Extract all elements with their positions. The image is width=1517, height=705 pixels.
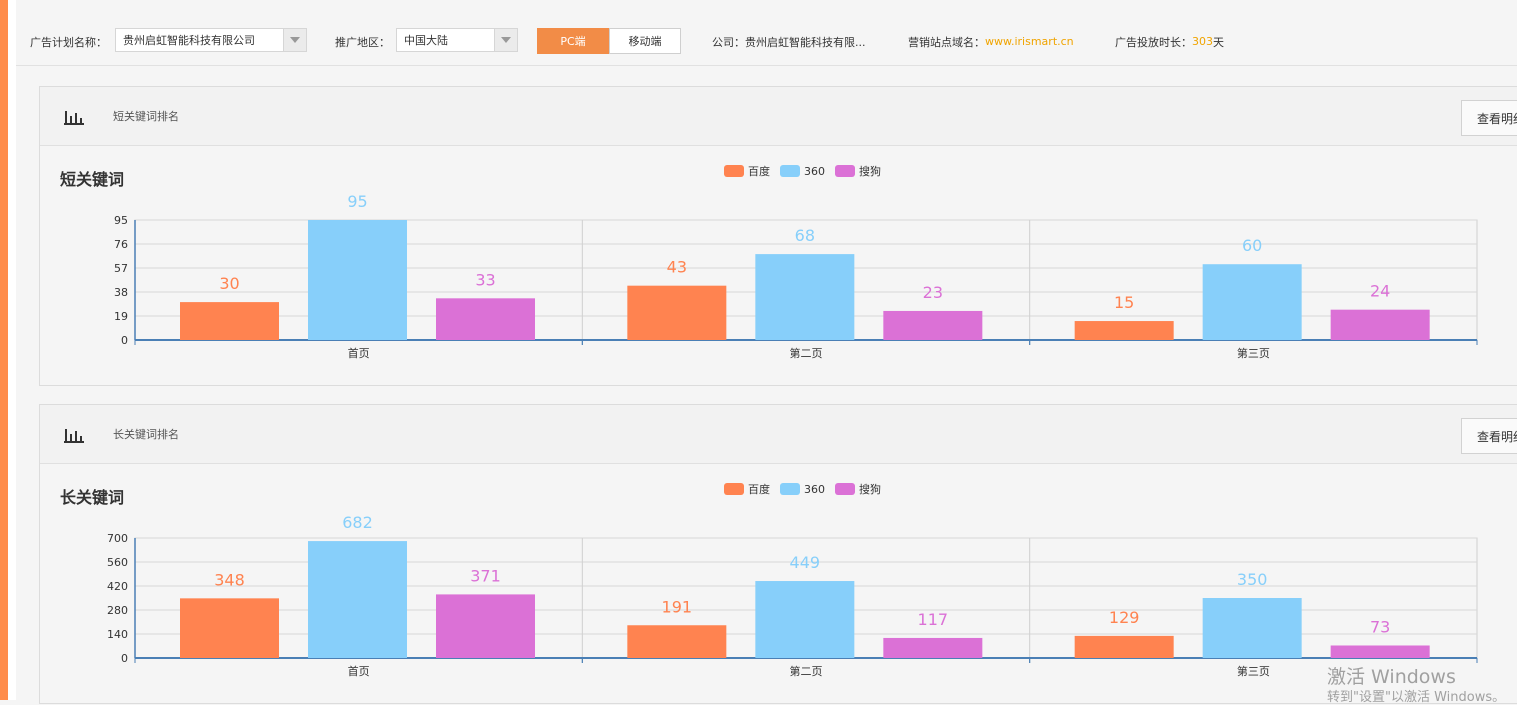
duration-unit: 天	[1213, 35, 1224, 49]
y-tick-label: 19	[114, 310, 128, 323]
data-label-baidu: 129	[1109, 608, 1140, 627]
plan-select-value: 贵州启虹智能科技有限公司	[123, 34, 255, 47]
y-tick-label: 0	[121, 334, 128, 347]
bar-360	[755, 254, 855, 340]
y-tick-label: 140	[107, 628, 128, 641]
bar-baidu	[180, 302, 279, 340]
region-label: 推广地区：	[335, 35, 390, 49]
duration-label: 广告投放时长：	[1115, 35, 1192, 49]
x-tick-label: 首页	[348, 664, 370, 678]
data-label-baidu: 191	[662, 597, 693, 616]
site-info: 营销站点域名： www.irismart.cn	[908, 18, 1074, 65]
company-value: 贵州启虹智能科技有限...	[745, 35, 866, 49]
region-select-value: 中国大陆	[404, 34, 448, 47]
x-tick-label: 第三页	[1237, 346, 1270, 360]
x-tick-label: 第三页	[1237, 664, 1270, 678]
data-label-sogou: 73	[1370, 617, 1390, 636]
bar-360	[308, 541, 407, 658]
data-label-360: 350	[1237, 570, 1268, 589]
bar-baidu	[627, 625, 727, 658]
data-label-baidu: 43	[667, 258, 687, 277]
data-label-360: 60	[1242, 236, 1262, 255]
long-keyword-chart: 0 140 280 420 560 700 首页 348 682 371 第二页 191 449 117 第…	[107, 513, 1478, 678]
y-tick-label: 38	[114, 286, 128, 299]
bar-baidu	[180, 598, 279, 658]
region-select[interactable]: 中国大陆	[396, 28, 518, 52]
bar-sogou	[436, 298, 535, 340]
short-keyword-chart: 0 19 38 57 76 95 首页 30 95 33 第二页 43 68 23 第三页 15 60 24	[114, 192, 1478, 360]
y-tick-label: 420	[107, 580, 128, 593]
company-info: 公司： 贵州启虹智能科技有限...	[712, 18, 866, 65]
data-label-sogou: 24	[1370, 282, 1390, 301]
data-label-sogou: 117	[918, 610, 949, 629]
duration-info: 广告投放时长： 303 天	[1115, 18, 1224, 65]
bar-sogou	[1330, 309, 1430, 340]
x-tick-label: 第二页	[790, 346, 823, 360]
site-label: 营销站点域名：	[908, 35, 985, 49]
y-tick-label: 560	[107, 556, 128, 569]
bar-baidu	[1074, 635, 1174, 658]
site-link[interactable]: www.irismart.cn	[985, 35, 1074, 48]
y-tick-label: 57	[114, 262, 128, 275]
y-tick-label: 0	[121, 652, 128, 665]
long-keyword-panel: 长关键词排名 查看明细 长关键词 百度 360 搜狗 0140280420560…	[39, 404, 1517, 704]
duration-value: 303	[1192, 35, 1213, 48]
company-label: 公司：	[712, 35, 745, 49]
y-tick-label: 95	[114, 214, 128, 227]
bar-sogou	[883, 310, 983, 340]
windows-activation-watermark: 激活 Windows	[1327, 666, 1456, 688]
y-tick-label: 700	[107, 532, 128, 545]
bar-sogou	[883, 637, 983, 658]
data-label-360: 449	[790, 553, 821, 572]
bar-360	[1202, 598, 1302, 658]
data-label-360: 95	[347, 192, 367, 211]
mobile-platform-button[interactable]: 移动端	[609, 28, 681, 54]
bar-baidu	[1074, 321, 1174, 340]
data-label-sogou: 371	[470, 566, 501, 585]
plan-label: 广告计划名称：	[30, 35, 107, 49]
data-label-baidu: 30	[219, 274, 239, 293]
pc-platform-button[interactable]: PC端	[537, 28, 609, 54]
data-label-360: 68	[795, 226, 815, 245]
bar-baidu	[627, 285, 727, 340]
windows-activation-hint: 转到"设置"以激活 Windows。	[1327, 690, 1506, 705]
short-keyword-panel: 短关键词排名 查看明细 短关键词 百度 360 搜狗 01938577695首页…	[39, 86, 1517, 386]
data-label-360: 682	[342, 513, 373, 532]
bar-360	[308, 220, 407, 340]
x-tick-label: 第二页	[790, 664, 823, 678]
data-label-baidu: 15	[1114, 293, 1134, 312]
left-gutter	[8, 0, 16, 700]
bar-sogou	[436, 594, 535, 658]
y-tick-label: 280	[107, 604, 128, 617]
bar-sogou	[1330, 645, 1430, 658]
data-label-baidu: 348	[214, 570, 245, 589]
data-label-sogou: 33	[475, 270, 495, 289]
filter-bar: 广告计划名称： 贵州启虹智能科技有限公司 推广地区： 中国大陆 PC端 移动端 …	[16, 18, 1517, 66]
plan-select[interactable]: 贵州启虹智能科技有限公司	[115, 28, 307, 52]
chevron-down-icon[interactable]	[494, 29, 517, 51]
x-tick-label: 首页	[348, 346, 370, 360]
chevron-down-icon[interactable]	[283, 29, 306, 51]
bar-360	[1202, 264, 1302, 340]
bar-360	[755, 581, 855, 658]
left-accent-bar	[0, 0, 8, 700]
data-label-sogou: 23	[923, 283, 943, 302]
y-tick-label: 76	[114, 238, 128, 251]
